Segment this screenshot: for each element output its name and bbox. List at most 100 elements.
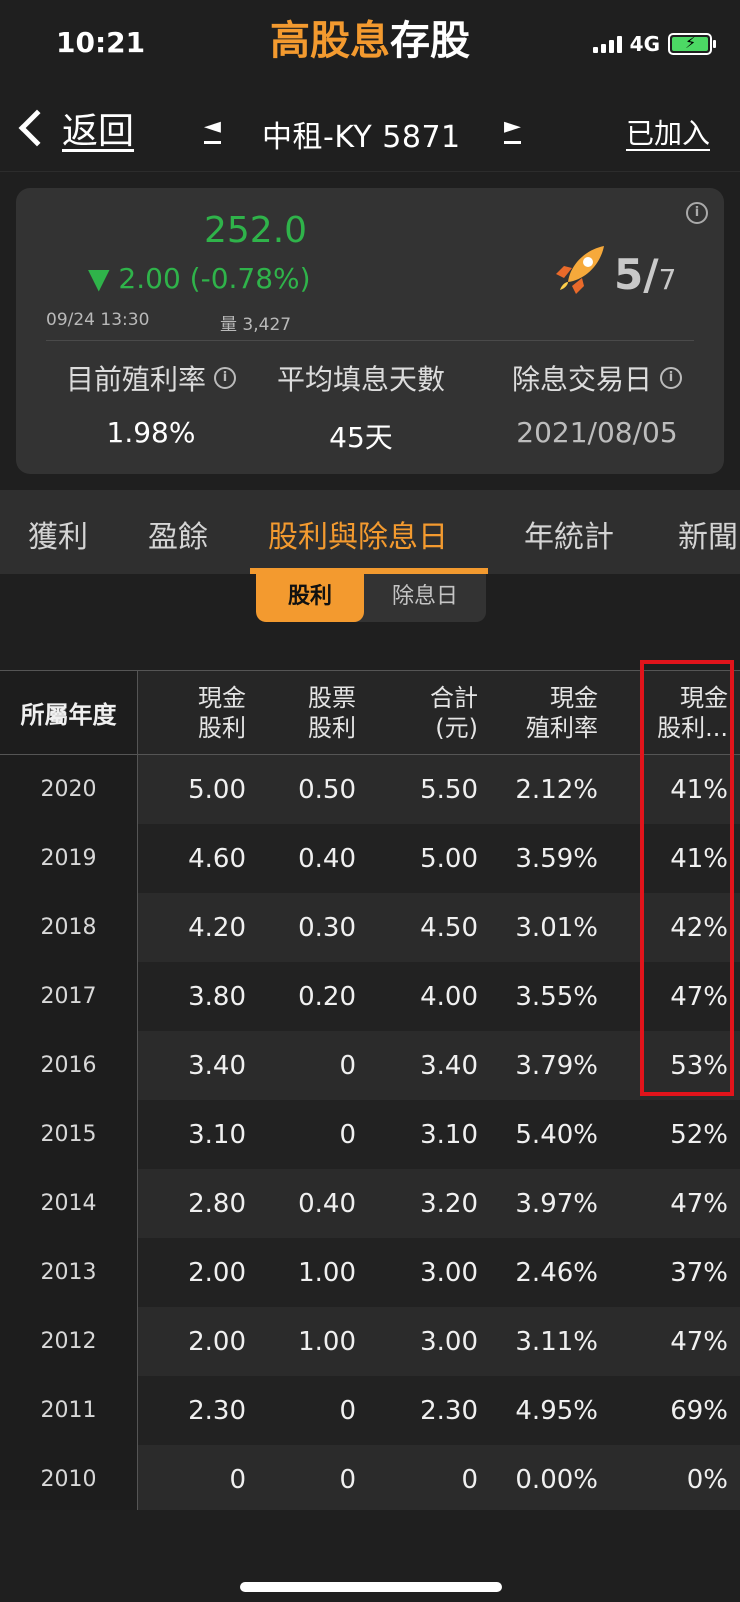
cell-total: 5.00: [420, 843, 478, 874]
table-row[interactable]: 2017 3.80 0.20 4.00 3.55% 47%: [0, 962, 740, 1031]
rank-value: 5/: [614, 250, 659, 299]
cell-cash-yield: 3.59%: [515, 843, 598, 874]
cell-total: 3.00: [420, 1257, 478, 1288]
info-icon[interactable]: i: [214, 367, 236, 389]
tab-dividends[interactable]: 股利與除息日: [268, 512, 448, 556]
rank-score: 5/7: [614, 250, 676, 299]
status-bar: 10:21 高股息存股 4G ⚡: [0, 0, 740, 90]
cell-year: 2016: [0, 1031, 138, 1100]
cell-cash-yield: 5.40%: [515, 1119, 598, 1150]
cell-year: 2014: [0, 1169, 138, 1238]
back-label: 返回: [62, 111, 135, 152]
cell-cash-yield: 3.01%: [515, 912, 598, 943]
table-row[interactable]: 2020 5.00 0.50 5.50 2.12% 41%: [0, 755, 740, 824]
cell-stock-dividend: 0.40: [298, 1188, 356, 1219]
watchlist-added-button[interactable]: 已加入: [626, 112, 710, 152]
segment-dividend[interactable]: 股利: [256, 574, 364, 622]
header-payout-ratio[interactable]: 現金 股利...: [598, 671, 728, 754]
quote-card: 252.0 ▼ 2.00 (-0.78%) 09/24 13:30 量 3,42…: [16, 188, 724, 474]
cell-payout-ratio: 41%: [670, 774, 728, 805]
metric-current-yield: 目前殖利率 i 1.98%: [46, 358, 256, 449]
table-row[interactable]: 2014 2.80 0.40 3.20 3.97% 47%: [0, 1169, 740, 1238]
cell-year: 2020: [0, 755, 138, 824]
rocket-icon: [556, 246, 604, 294]
cell-cash-yield: 0.00%: [515, 1464, 598, 1495]
rank-total: 7: [658, 263, 677, 296]
segment-ex-dividend-date[interactable]: 除息日: [364, 574, 486, 622]
cell-year: 2018: [0, 893, 138, 962]
cell-stock-dividend: 0: [339, 1464, 356, 1495]
cell-stock-dividend: 0.20: [298, 981, 356, 1012]
cell-stock-dividend: 0.50: [298, 774, 356, 805]
cell-stock-dividend: 0.30: [298, 912, 356, 943]
cell-total: 3.10: [420, 1119, 478, 1150]
metric-value: 2021/08/05: [516, 416, 678, 449]
cell-total: 3.00: [420, 1326, 478, 1357]
cell-year: 2019: [0, 824, 138, 893]
info-icon[interactable]: i: [686, 202, 708, 224]
app-title-rest: 存股: [390, 18, 470, 64]
metric-label: 平均填息天數: [276, 363, 445, 396]
header-year[interactable]: 所屬年度: [0, 671, 138, 754]
price-change: ▼ 2.00 (-0.78%): [88, 262, 311, 295]
cell-year: 2010: [0, 1445, 138, 1514]
cell-year: 2017: [0, 962, 138, 1031]
back-button[interactable]: 返回: [14, 102, 134, 154]
cell-total: 3.20: [420, 1188, 478, 1219]
table-row[interactable]: 2012 2.00 1.00 3.00 3.11% 47%: [0, 1307, 740, 1376]
tab-profit[interactable]: 獲利: [28, 512, 88, 556]
table-row[interactable]: 2015 3.10 0 3.10 5.40% 52%: [0, 1100, 740, 1169]
metric-value: 1.98%: [106, 416, 196, 449]
next-stock-button[interactable]: ►: [504, 114, 521, 144]
tab-news[interactable]: 新聞: [678, 512, 738, 556]
tab-earnings[interactable]: 盈餘: [148, 512, 208, 556]
cell-cash-yield: 4.95%: [515, 1395, 598, 1426]
tab-annual-stats[interactable]: 年統計: [524, 512, 614, 556]
cell-total: 4.00: [420, 981, 478, 1012]
table-body: 2020 5.00 0.50 5.50 2.12% 41% 2019 4.60 0.40 5.00…: [0, 755, 740, 1514]
table-row[interactable]: 2018 4.20 0.30 4.50 3.01% 42%: [0, 893, 740, 962]
header-stock-dividend[interactable]: 股票 股利: [246, 671, 356, 754]
cell-cash-dividend: 3.10: [188, 1119, 246, 1150]
table-row[interactable]: 2016 3.40 0 3.40 3.79% 53%: [0, 1031, 740, 1100]
cell-total: 0: [461, 1464, 478, 1495]
metric-label: 除息交易日: [511, 363, 652, 396]
stock-price: 252.0: [204, 210, 308, 251]
header-total[interactable]: 合計 (元): [356, 671, 478, 754]
table-header: 所屬年度 現金 股利 股票 股利 合計 (元) 現金 殖利率 現金 股利...: [0, 671, 740, 755]
home-indicator[interactable]: [240, 1582, 502, 1592]
segmented-control: 股利 除息日: [256, 574, 486, 622]
cell-cash-dividend: 2.30: [188, 1395, 246, 1426]
cell-payout-ratio: 47%: [670, 1188, 728, 1219]
table-row[interactable]: 2019 4.60 0.40 5.00 3.59% 41%: [0, 824, 740, 893]
cell-cash-yield: 3.79%: [515, 1050, 598, 1081]
cell-cash-dividend: 2.00: [188, 1257, 246, 1288]
table-row[interactable]: 2011 2.30 0 2.30 4.95% 69%: [0, 1376, 740, 1445]
prev-stock-button[interactable]: ◄: [204, 114, 221, 144]
nav-bar: 返回 ◄ 中租-KY 5871 ► 已加入: [0, 92, 740, 172]
cell-cash-dividend: 0: [229, 1464, 246, 1495]
table-row[interactable]: 2013 2.00 1.00 3.00 2.46% 37%: [0, 1238, 740, 1307]
cell-stock-dividend: 0: [339, 1119, 356, 1150]
cell-payout-ratio: 52%: [670, 1119, 728, 1150]
metric-value: 45天: [329, 421, 393, 454]
bottom-area: [0, 1510, 740, 1602]
cell-payout-ratio: 47%: [670, 981, 728, 1012]
cell-cash-yield: 3.11%: [515, 1326, 598, 1357]
dividend-table: 所屬年度 現金 股利 股票 股利 合計 (元) 現金 殖利率 現金 股利... 2020 5…: [0, 670, 740, 1514]
cell-payout-ratio: 41%: [670, 843, 728, 874]
table-row[interactable]: 2010 0 0 0 0.00% 0%: [0, 1445, 740, 1514]
cell-total: 2.30: [420, 1395, 478, 1426]
header-cash-yield[interactable]: 現金 殖利率: [478, 671, 598, 754]
cell-cash-dividend: 3.80: [188, 981, 246, 1012]
section-tabs: 獲利 盈餘 股利與除息日 年統計 新聞: [0, 490, 740, 574]
cell-cash-dividend: 2.00: [188, 1326, 246, 1357]
cell-year: 2012: [0, 1307, 138, 1376]
info-icon[interactable]: i: [660, 367, 682, 389]
header-cash-dividend[interactable]: 現金 股利: [138, 671, 246, 754]
cell-total: 3.40: [420, 1050, 478, 1081]
stock-name: 中租-KY 5871: [262, 120, 461, 155]
cell-year: 2011: [0, 1376, 138, 1445]
cell-cash-dividend: 3.40: [188, 1050, 246, 1081]
trade-volume: 量 3,427: [220, 315, 292, 335]
